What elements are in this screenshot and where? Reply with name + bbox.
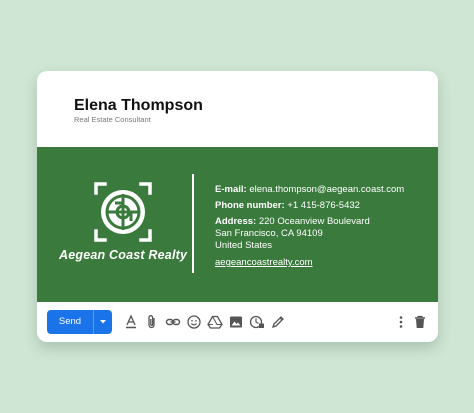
email-label: E-mail: <box>215 184 247 195</box>
drive-icon[interactable] <box>207 314 223 330</box>
website-link[interactable]: aegeancoastrealty.com <box>215 257 404 269</box>
emoji-icon[interactable] <box>186 314 202 330</box>
send-button[interactable]: Send <box>47 310 93 334</box>
link-icon[interactable] <box>165 314 181 330</box>
signature-pen-icon[interactable] <box>270 314 286 330</box>
send-button-group: Send <box>47 310 112 334</box>
signature-banner: Aegean Coast Realty E-mail: elena.thomps… <box>37 147 438 302</box>
company-logo-icon <box>93 181 153 243</box>
format-text-icon[interactable] <box>123 314 139 330</box>
signature-title: Real Estate Consultant <box>74 115 151 124</box>
email-row: E-mail: elena.thompson@aegean.coast.com <box>215 184 404 196</box>
compose-toolbar: Send <box>37 302 438 342</box>
chevron-down-icon <box>100 320 106 324</box>
attach-icon[interactable] <box>144 314 160 330</box>
vertical-divider <box>192 174 194 273</box>
contact-details: E-mail: elena.thompson@aegean.coast.com … <box>215 184 404 269</box>
phone-label: Phone number: <box>215 200 285 211</box>
address-line-1: 220 Oceanview Boulevard <box>258 216 370 227</box>
more-options-icon[interactable] <box>393 314 409 330</box>
signature-name: Elena Thompson <box>74 97 203 114</box>
email-value[interactable]: elena.thompson@aegean.coast.com <box>249 184 404 195</box>
phone-value: +1 415-876-5432 <box>287 200 360 211</box>
address-line-2: San Francisco, CA 94109 <box>215 228 323 239</box>
company-name: Aegean Coast Realty <box>59 248 188 262</box>
email-compose-card: Elena Thompson Real Estate Consultant Ae… <box>37 71 438 342</box>
phone-row: Phone number: +1 415-876-5432 <box>215 200 404 212</box>
delete-icon[interactable] <box>412 314 428 330</box>
confidential-icon[interactable] <box>249 314 265 330</box>
address-row: Address: 220 Oceanview Boulevard <box>215 216 404 228</box>
address-line-3: United States <box>215 240 273 251</box>
send-options-button[interactable] <box>94 310 112 334</box>
image-icon[interactable] <box>228 314 244 330</box>
address-label: Address: <box>215 216 257 227</box>
